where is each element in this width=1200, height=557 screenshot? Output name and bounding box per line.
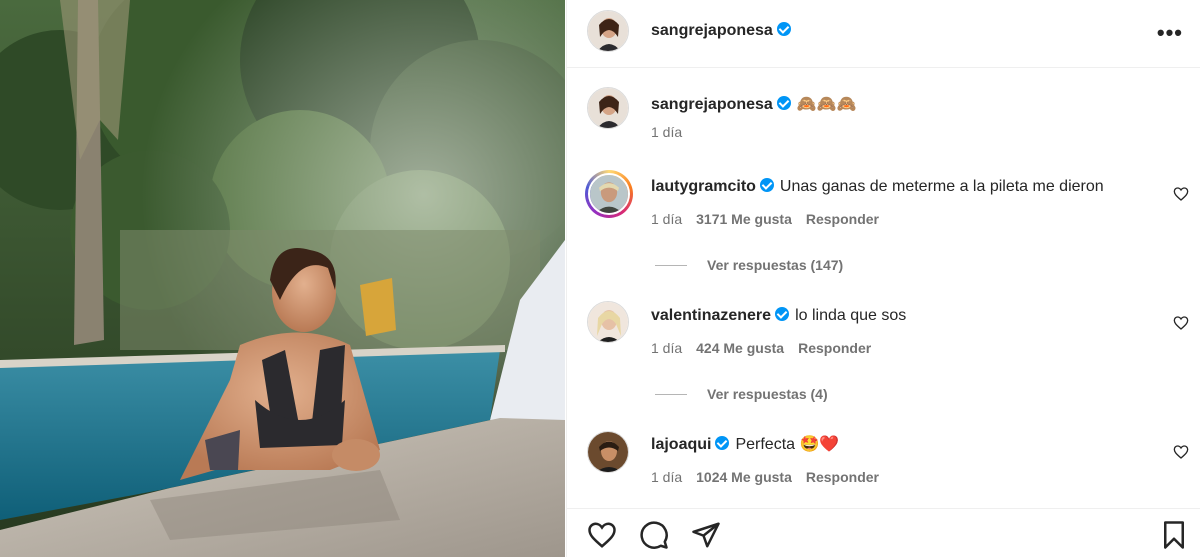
- comment-avatar[interactable]: [585, 170, 633, 218]
- caption-time[interactable]: 1 día: [651, 124, 682, 140]
- comment-avatar[interactable]: [587, 301, 629, 343]
- comment-username[interactable]: lautygramcito: [651, 178, 756, 195]
- comment-meta: 1 día 1024 Me gusta Responder: [651, 469, 893, 485]
- comment-time[interactable]: 1 día: [651, 340, 682, 356]
- caption-meta: 1 día: [651, 124, 696, 140]
- post-action-bar: [567, 508, 1200, 557]
- view-replies-label: Ver respuestas (147): [707, 257, 844, 273]
- verified-badge-icon: [776, 96, 791, 110]
- comment-line: lajoaqui Perfecta 🤩❤️: [651, 434, 839, 454]
- view-replies-label: Ver respuestas (4): [707, 386, 828, 402]
- comment-item: lautygramcito Unas ganas de meterme a la …: [567, 168, 1200, 278]
- comment-likes[interactable]: 1024 Me gusta: [696, 469, 792, 485]
- comment-item: valentinazenere lo linda que sos 1 día 424…: [567, 298, 1200, 408]
- verified-badge-icon: [715, 436, 730, 450]
- comment-line: valentinazenere lo linda que sos: [651, 307, 906, 325]
- reply-button[interactable]: Responder: [798, 340, 871, 356]
- comment-text: Perfecta 🤩❤️: [735, 436, 840, 453]
- more-options-icon[interactable]: •••: [1157, 20, 1183, 46]
- like-comment-heart-icon[interactable]: [1173, 315, 1189, 331]
- caption-avatar[interactable]: [587, 87, 629, 129]
- comment-likes[interactable]: 424 Me gusta: [696, 340, 784, 356]
- heart-icon[interactable]: [587, 520, 617, 550]
- comment-username[interactable]: valentinazenere: [651, 307, 771, 324]
- replies-divider: [655, 394, 687, 395]
- comment-likes[interactable]: 3171 Me gusta: [696, 211, 792, 227]
- comment-time[interactable]: 1 día: [651, 469, 682, 485]
- verified-badge-icon: [776, 22, 791, 36]
- post-caption: sangrejaponesa 🙈🙈🙈 1 día: [567, 84, 1200, 144]
- view-replies-button[interactable]: Ver respuestas (4): [655, 386, 828, 402]
- comment-avatar[interactable]: [587, 431, 629, 473]
- comment-icon[interactable]: [639, 520, 669, 550]
- view-replies-button[interactable]: Ver respuestas (147): [655, 257, 843, 273]
- post-photo: [0, 0, 565, 557]
- caption-line: sangrejaponesa 🙈🙈🙈: [651, 94, 857, 114]
- header-username-group: sangrejaponesa: [651, 22, 791, 40]
- comment-text: Unas ganas de meterme a la pileta me die…: [779, 178, 1104, 195]
- comment-time[interactable]: 1 día: [651, 211, 682, 227]
- reply-button[interactable]: Responder: [806, 211, 879, 227]
- verified-badge-icon: [759, 178, 774, 192]
- author-avatar[interactable]: [587, 10, 629, 52]
- comment-item: lajoaqui Perfecta 🤩❤️ 1 día 1024 Me gusta R…: [567, 428, 1200, 498]
- post-header: sangrejaponesa •••: [567, 0, 1200, 68]
- verified-badge-icon: [775, 307, 790, 321]
- like-comment-heart-icon[interactable]: [1173, 444, 1189, 460]
- comment-line: lautygramcito Unas ganas de meterme a la …: [651, 178, 1104, 196]
- post-side-panel: sangrejaponesa ••• sangrejaponesa 🙈🙈🙈 1 d…: [566, 0, 1200, 557]
- header-username[interactable]: sangrejaponesa: [651, 22, 773, 39]
- replies-divider: [655, 265, 687, 266]
- comment-meta: 1 día 424 Me gusta Responder: [651, 340, 885, 356]
- bookmark-icon[interactable]: [1159, 520, 1189, 550]
- comment-username[interactable]: lajoaqui: [651, 436, 711, 453]
- comment-meta: 1 día 3171 Me gusta Responder: [651, 211, 893, 227]
- reply-button[interactable]: Responder: [806, 469, 879, 485]
- caption-username[interactable]: sangrejaponesa: [651, 96, 773, 113]
- caption-text: 🙈🙈🙈: [796, 96, 857, 113]
- comment-text: lo linda que sos: [795, 307, 907, 324]
- send-icon[interactable]: [691, 520, 721, 550]
- like-comment-heart-icon[interactable]: [1173, 186, 1189, 202]
